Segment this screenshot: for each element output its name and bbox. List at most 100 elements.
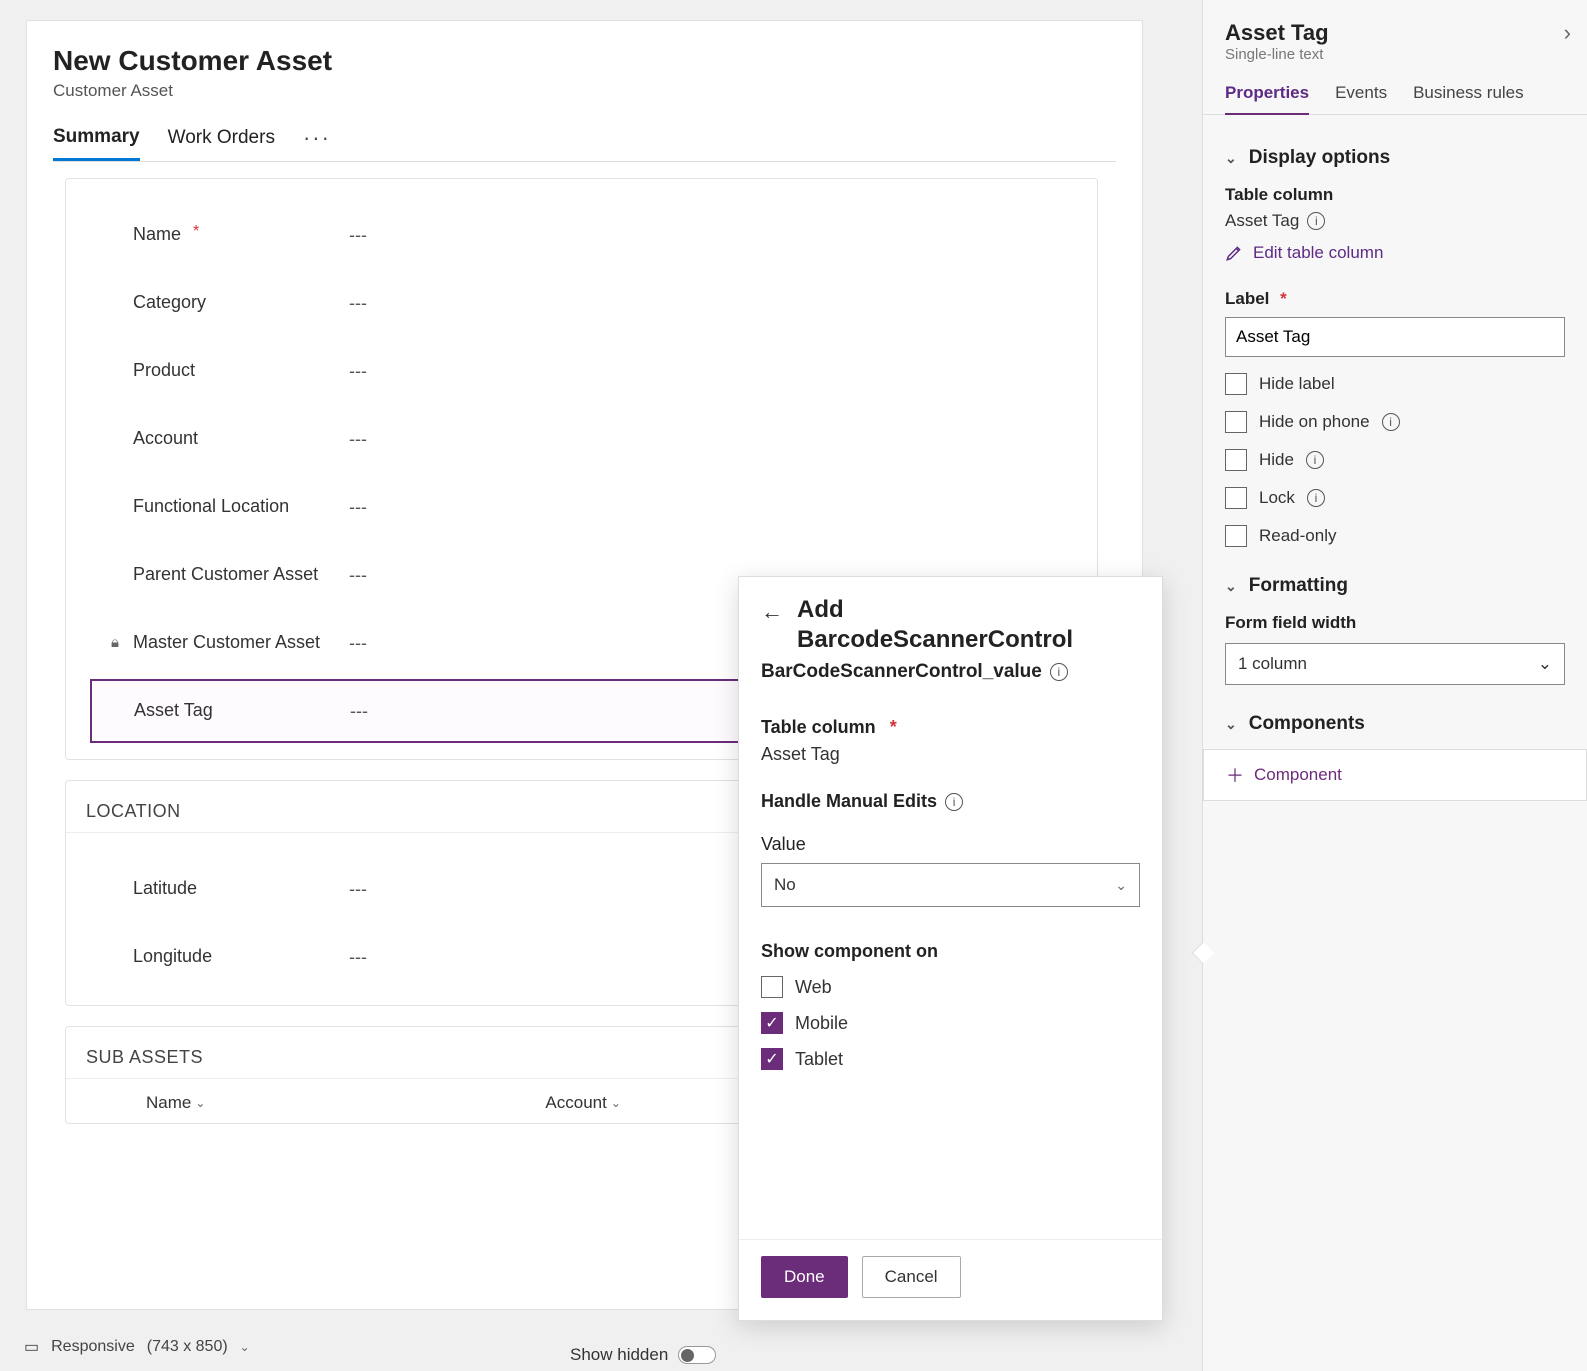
tab-properties[interactable]: Properties <box>1225 83 1309 115</box>
pencil-icon <box>1225 244 1243 262</box>
show-component-label: Show component on <box>761 941 938 962</box>
field-label: Latitude <box>133 877 197 900</box>
column-label: Account <box>545 1093 606 1113</box>
tab-summary[interactable]: Summary <box>53 126 140 161</box>
field-value: --- <box>329 497 367 518</box>
section-title: Display options <box>1249 147 1390 169</box>
add-component-button[interactable]: ＋ Component <box>1203 749 1587 801</box>
panel-title: Asset Tag <box>1225 20 1329 46</box>
device-icon: ▭ <box>24 1337 39 1357</box>
field-value: --- <box>329 225 367 246</box>
tabs-overflow-button[interactable]: ··· <box>303 125 331 161</box>
field-value: --- <box>330 701 368 722</box>
flyout-title-line2: BarcodeScannerControl <box>797 625 1073 655</box>
label-field-label: Label <box>1225 289 1269 308</box>
required-indicator: * <box>193 223 199 241</box>
table-column-value: Asset Tag <box>761 744 1140 765</box>
edit-link-label: Edit table column <box>1253 243 1383 263</box>
field-product[interactable]: Product --- <box>90 339 1073 403</box>
checkbox-hide-on-phone[interactable]: Hide on phone i <box>1225 411 1565 433</box>
checkbox-label: Read-only <box>1259 526 1337 546</box>
done-button[interactable]: Done <box>761 1256 848 1298</box>
checkbox-web[interactable]: Web <box>761 976 1140 998</box>
field-name[interactable]: Name* --- <box>90 203 1073 267</box>
cancel-button[interactable]: Cancel <box>862 1256 961 1298</box>
chevron-down-icon: ⌄ <box>240 1340 250 1354</box>
info-icon[interactable]: i <box>1306 451 1324 469</box>
add-component-flyout: ← Add BarcodeScannerControl BarCodeScann… <box>738 576 1163 1321</box>
chevron-down-icon: ⌄ <box>1225 578 1237 595</box>
chevron-down-icon: ⌄ <box>1225 150 1237 167</box>
checkbox-hide[interactable]: Hide i <box>1225 449 1565 471</box>
form-tabs: Summary Work Orders ··· <box>53 125 1116 162</box>
info-icon[interactable]: i <box>1050 663 1068 681</box>
field-functional-location[interactable]: Functional Location --- <box>90 475 1073 539</box>
checkbox-lock[interactable]: Lock i <box>1225 487 1565 509</box>
field-value: --- <box>329 293 367 314</box>
properties-panel: Asset Tag Single-line text › Properties … <box>1202 0 1587 1371</box>
field-value: --- <box>329 947 367 968</box>
section-formatting[interactable]: ⌄ Formatting <box>1225 575 1565 597</box>
section-components[interactable]: ⌄ Components <box>1225 713 1565 735</box>
show-hidden-toggle[interactable]: Show hidden <box>570 1345 716 1365</box>
checkbox-icon <box>1225 525 1247 547</box>
chevron-down-icon: ⌄ <box>1115 877 1127 894</box>
checkbox-icon <box>1225 373 1247 395</box>
select-value: 1 column <box>1238 654 1307 674</box>
tab-work-orders[interactable]: Work Orders <box>168 127 275 159</box>
table-column-label: Table column <box>761 717 876 738</box>
responsive-label: Responsive <box>51 1338 135 1356</box>
field-label: Account <box>133 427 198 450</box>
tab-events[interactable]: Events <box>1335 83 1387 114</box>
section-title: Formatting <box>1249 575 1348 597</box>
panel-tabs: Properties Events Business rules <box>1203 69 1587 115</box>
entity-name: Customer Asset <box>53 81 1116 101</box>
column-header-name[interactable]: Name ⌄ <box>146 1093 205 1113</box>
info-icon[interactable]: i <box>1307 212 1325 230</box>
form-field-width-select[interactable]: 1 column ⌄ <box>1225 643 1565 685</box>
switch-track[interactable] <box>678 1346 716 1364</box>
chevron-down-icon: ⌄ <box>611 1096 621 1110</box>
value-select[interactable]: No ⌄ <box>761 863 1140 907</box>
checkbox-hide-label[interactable]: Hide label <box>1225 373 1565 395</box>
tab-business-rules[interactable]: Business rules <box>1413 83 1524 114</box>
field-value: --- <box>329 361 367 382</box>
manual-edits-label: Handle Manual Edits <box>761 791 937 812</box>
section-display-options[interactable]: ⌄ Display options <box>1225 147 1565 169</box>
info-icon[interactable]: i <box>1382 413 1400 431</box>
table-column-value: Asset Tag <box>1225 211 1299 231</box>
flyout-subtitle: BarCodeScannerControl_value <box>761 661 1042 683</box>
label-input[interactable] <box>1225 317 1565 357</box>
chevron-down-icon: ⌄ <box>1225 716 1237 733</box>
chevron-down-icon: ⌄ <box>195 1096 205 1110</box>
required-indicator: * <box>890 717 897 738</box>
back-arrow-icon[interactable]: ← <box>761 599 783 625</box>
field-label: Functional Location <box>133 495 289 518</box>
chevron-down-icon: ⌄ <box>1538 654 1552 674</box>
checkbox-label: Tablet <box>795 1049 843 1070</box>
checkbox-mobile[interactable]: ✓ Mobile <box>761 1012 1140 1034</box>
panel-subtitle: Single-line text <box>1225 46 1329 63</box>
checkbox-checked-icon: ✓ <box>761 1012 783 1034</box>
field-label: Master Customer Asset <box>133 631 320 654</box>
collapse-panel-icon[interactable]: › <box>1564 20 1571 46</box>
checkbox-label: Hide on phone <box>1259 412 1370 432</box>
info-icon[interactable]: i <box>1307 489 1325 507</box>
value-selected: No <box>774 875 796 895</box>
checkbox-icon <box>1225 487 1247 509</box>
column-header-account[interactable]: Account ⌄ <box>545 1093 621 1113</box>
responsive-dimensions: (743 x 850) <box>147 1338 228 1356</box>
section-title: Components <box>1249 713 1365 735</box>
field-label: Parent Customer Asset <box>133 563 318 586</box>
checkbox-icon <box>1225 411 1247 433</box>
checkbox-label: Web <box>795 977 832 998</box>
edit-table-column-link[interactable]: Edit table column <box>1225 243 1565 263</box>
switch-knob <box>681 1349 694 1362</box>
checkbox-checked-icon: ✓ <box>761 1048 783 1070</box>
checkbox-tablet[interactable]: ✓ Tablet <box>761 1048 1140 1070</box>
required-indicator: * <box>1280 289 1287 308</box>
checkbox-read-only[interactable]: Read-only <box>1225 525 1565 547</box>
field-account[interactable]: Account --- <box>90 407 1073 471</box>
info-icon[interactable]: i <box>945 793 963 811</box>
field-category[interactable]: Category --- <box>90 271 1073 335</box>
